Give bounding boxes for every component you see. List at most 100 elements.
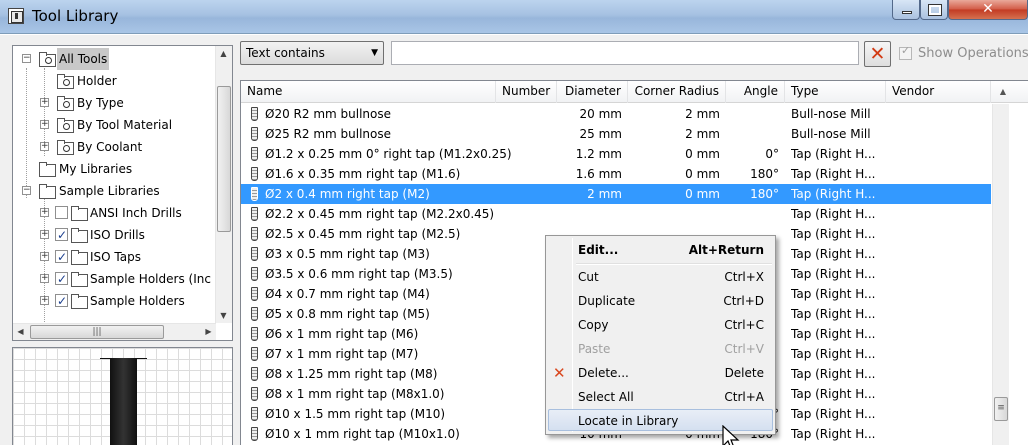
menu-item-duplicate[interactable]: Duplicate Ctrl+D xyxy=(548,290,773,312)
tool-icon xyxy=(251,267,258,281)
menu-item-select-all[interactable]: Select All Ctrl+A xyxy=(548,386,773,408)
cell-angle xyxy=(726,204,779,224)
cell-type: Tap (Right H... xyxy=(791,387,876,401)
search-folder-icon xyxy=(57,140,74,155)
menu-item-shortcut: Ctrl+V xyxy=(724,342,764,356)
cell-name: Ø7 x 1 mm right tap (M7) xyxy=(265,347,419,361)
menu-item-edit[interactable]: Edit... Alt+Return xyxy=(548,239,773,261)
table-vertical-scrollbar[interactable]: ≡ xyxy=(992,104,1009,445)
expand-icon[interactable]: + xyxy=(40,230,49,239)
show-operations-toggle[interactable]: Show Operations xyxy=(899,45,1028,63)
folder-icon xyxy=(71,250,88,265)
chevron-down-icon: ▼ xyxy=(371,48,378,58)
column-header-type[interactable]: Type xyxy=(785,81,886,103)
cell-type: Tap (Right H... xyxy=(791,347,876,361)
table-row[interactable]: Ø20 R2 mm bullnose 20 mm 2 mm Bull-nose Mil… xyxy=(241,104,991,124)
tree-vertical-scrollbar[interactable]: ▲ ▼ xyxy=(215,46,232,323)
expand-icon[interactable]: + xyxy=(40,142,49,151)
show-operations-label: Show Operations xyxy=(918,46,1028,61)
column-header-vendor[interactable]: Vendor xyxy=(886,81,991,103)
table-header: Name Number Diameter Corner Radius Angle… xyxy=(241,81,1028,103)
minimize-button[interactable] xyxy=(892,0,920,20)
column-header-name[interactable]: Name xyxy=(241,81,496,103)
cell-angle xyxy=(726,104,779,124)
library-checkbox[interactable] xyxy=(55,206,68,219)
tool-icon xyxy=(251,327,258,341)
table-row[interactable]: Ø1.6 x 0.35 mm right tap (M1.6) 1.6 mm 0 m… xyxy=(241,164,991,184)
cell-type: Tap (Right H... xyxy=(791,207,876,221)
client-area: − All Tools Holder + By Type + By Tool M… xyxy=(0,34,1028,445)
mouse-cursor-icon xyxy=(722,425,740,445)
expand-icon[interactable]: + xyxy=(40,98,49,107)
table-row[interactable]: Ø25 R2 mm bullnose 25 mm 2 mm Bull-nose Mil… xyxy=(241,124,991,144)
close-icon: ✕ xyxy=(982,1,994,17)
menu-item-delete[interactable]: ✕ Delete... Delete xyxy=(548,362,773,384)
cell-name: Ø3 x 0.5 mm right tap (M3) xyxy=(265,247,430,261)
close-button[interactable]: ✕ xyxy=(948,0,1028,20)
show-operations-checkbox[interactable] xyxy=(899,45,912,60)
library-checkbox[interactable] xyxy=(55,246,68,268)
tool-icon xyxy=(251,207,258,221)
maximize-button[interactable] xyxy=(920,0,948,20)
cell-type: Tap (Right H... xyxy=(791,427,876,441)
column-header-number[interactable]: Number xyxy=(496,81,557,103)
table-row[interactable]: Ø2 x 0.4 mm right tap (M2) 2 mm 0 mm 180° Ta… xyxy=(241,184,991,204)
scroll-right-icon[interactable]: ▶ xyxy=(201,324,216,339)
scroll-thumb[interactable] xyxy=(217,86,231,232)
tool-icon xyxy=(251,307,258,321)
menu-item-copy[interactable]: Copy Ctrl+C xyxy=(548,314,773,336)
menu-item-label: Select All xyxy=(578,390,634,404)
collapse-icon[interactable]: − xyxy=(22,54,31,63)
expand-icon[interactable]: + xyxy=(40,274,49,283)
expand-icon[interactable]: + xyxy=(40,252,49,261)
menu-item-cut[interactable]: Cut Ctrl+X xyxy=(548,266,773,288)
scroll-thumb[interactable]: ||| xyxy=(30,325,164,339)
scroll-thumb[interactable]: ≡ xyxy=(994,397,1008,421)
tool-graphic xyxy=(110,358,137,445)
cell-diameter: 20 mm xyxy=(579,107,622,121)
cell-type: Tap (Right H... xyxy=(791,227,876,241)
maximize-icon xyxy=(928,4,942,16)
filter-mode-select[interactable]: Text contains ▼ xyxy=(240,41,384,65)
menu-item-label: Delete... xyxy=(578,366,629,380)
cell-corner-radius: 2 mm xyxy=(685,127,720,141)
cell-diameter: 1.6 mm xyxy=(575,167,622,181)
expand-icon[interactable]: + xyxy=(40,208,49,217)
expand-icon[interactable]: + xyxy=(40,296,49,305)
search-folder-icon xyxy=(39,52,56,67)
cell-diameter xyxy=(557,204,622,224)
app-icon xyxy=(8,8,24,24)
tool-icon xyxy=(251,147,258,161)
expand-icon[interactable]: + xyxy=(40,120,49,129)
cell-type: Tap (Right H... xyxy=(791,187,876,201)
menu-item-label: Edit... xyxy=(578,243,619,257)
tool-icon xyxy=(251,227,258,241)
library-checkbox[interactable] xyxy=(55,290,68,312)
menu-item-shortcut: Ctrl+D xyxy=(723,294,764,308)
scroll-left-icon[interactable]: ◀ xyxy=(13,324,28,339)
search-input[interactable] xyxy=(391,41,859,65)
cell-name: Ø10 x 1.5 mm right tap (M10) xyxy=(265,407,446,421)
column-header-diameter[interactable]: Diameter xyxy=(557,81,628,103)
table-row[interactable]: Ø1.2 x 0.25 mm 0° right tap (M1.2x0.25) 1… xyxy=(241,144,991,164)
table-row[interactable]: Ø2.2 x 0.45 mm right tap (M2.2x0.45) Tap … xyxy=(241,204,991,224)
column-header-corner-radius[interactable]: Corner Radius xyxy=(628,81,726,103)
search-folder-icon xyxy=(57,96,74,111)
menu-item-paste[interactable]: Paste Ctrl+V xyxy=(548,338,773,360)
clear-filter-button[interactable]: ✕ xyxy=(864,41,891,67)
scroll-up-icon[interactable]: ▲ xyxy=(996,82,1010,102)
tree-item-label: By Type xyxy=(77,96,124,110)
context-menu: Edit... Alt+Return Cut Ctrl+X Duplicate … xyxy=(545,235,776,435)
minimize-icon xyxy=(902,11,912,14)
tree-item-label: Sample Holders xyxy=(90,294,185,308)
library-checkbox[interactable] xyxy=(55,224,68,246)
tree-item-label: By Coolant xyxy=(77,140,143,154)
library-checkbox[interactable] xyxy=(55,268,68,290)
scroll-up-icon[interactable]: ▲ xyxy=(216,46,231,61)
column-header-angle[interactable]: Angle xyxy=(726,81,785,103)
tree-horizontal-scrollbar[interactable]: ◀ ||| ▶ xyxy=(13,323,216,340)
cell-name: Ø10 x 1 mm right tap (M10x1.0) xyxy=(265,427,460,441)
cell-name: Ø6 x 1 mm right tap (M6) xyxy=(265,327,419,341)
scroll-down-icon[interactable]: ▼ xyxy=(216,308,231,323)
collapse-icon[interactable]: − xyxy=(22,186,31,195)
